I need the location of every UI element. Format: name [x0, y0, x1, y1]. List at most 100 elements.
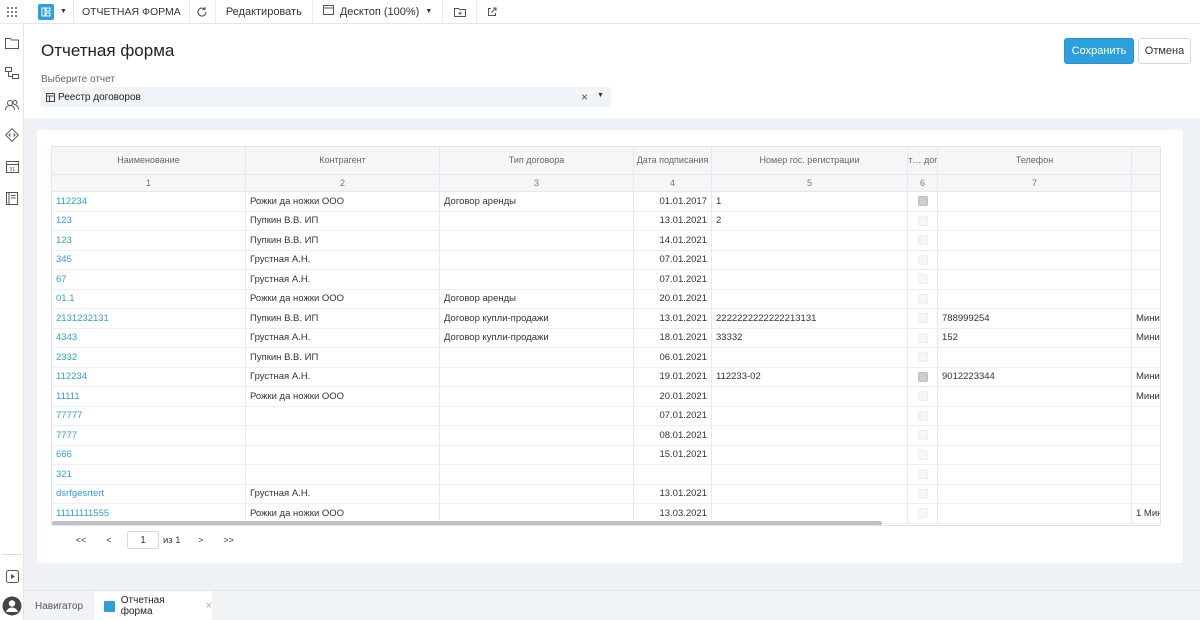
cell-name[interactable]: 7777: [52, 426, 246, 445]
cell-name[interactable]: 4343: [52, 328, 246, 347]
cell-contractor: Рожки да ножки ООО: [246, 289, 440, 308]
horizontal-scrollbar[interactable]: [52, 521, 882, 525]
active-checkbox: [917, 313, 928, 324]
external-link-icon[interactable]: [477, 0, 507, 24]
folder-add-icon[interactable]: [443, 0, 478, 24]
cell-phone: [938, 387, 1132, 406]
refresh-icon[interactable]: [190, 0, 216, 24]
clear-icon[interactable]: ×: [581, 90, 588, 104]
table-row[interactable]: 2332 Пупкин В.В. ИП 06.01.2021: [52, 348, 1160, 368]
cell-name[interactable]: 666: [52, 445, 246, 464]
table-row[interactable]: 666 15.01.2021: [52, 445, 1160, 465]
table-row[interactable]: 321: [52, 465, 1160, 485]
form-layout-icon: [38, 3, 54, 20]
cell-name[interactable]: 112234: [52, 192, 246, 211]
form-layout-icon: [104, 600, 115, 612]
cell-date: 15.01.2021: [634, 445, 712, 464]
table-row[interactable]: 123 Пупкин В.В. ИП 14.01.2021: [52, 231, 1160, 251]
users-icon[interactable]: [3, 96, 21, 114]
table-row[interactable]: 2131232131 Пупкин В.В. ИП Договор купли-пр…: [52, 309, 1160, 329]
active-cell: [908, 231, 938, 250]
cell-reg: [712, 387, 908, 406]
active-cell: [908, 465, 938, 484]
cell-type: [440, 465, 634, 484]
diamond-code-icon[interactable]: [3, 126, 21, 144]
cell-type: [440, 270, 634, 289]
table-row[interactable]: 123 Пупкин В.В. ИП 13.01.2021 2: [52, 211, 1160, 231]
cell-name[interactable]: 321: [52, 465, 246, 484]
cell-name[interactable]: 123: [52, 231, 246, 250]
calendar-icon[interactable]: 31: [3, 157, 21, 175]
cell-name[interactable]: 345: [52, 250, 246, 269]
column-number: 1: [52, 175, 246, 192]
cell-name[interactable]: 77777: [52, 406, 246, 425]
cell-reg: [712, 289, 908, 308]
cell-name[interactable]: 67: [52, 270, 246, 289]
cell-name[interactable]: 123: [52, 211, 246, 230]
cell-phone: [938, 504, 1132, 523]
cell-name[interactable]: 112234: [52, 367, 246, 386]
cell-phone: 788999254: [938, 309, 1132, 328]
play-video-icon[interactable]: [3, 567, 21, 585]
page-count-label: из 1: [163, 534, 181, 546]
cell-reg: [712, 504, 908, 523]
column-header[interactable]: Дата подписания: [634, 147, 712, 175]
column-header[interactable]: Телефон: [938, 147, 1132, 175]
tab-navigator[interactable]: Навигатор: [24, 591, 94, 620]
book-icon[interactable]: [3, 189, 21, 207]
cell-type: [440, 426, 634, 445]
cell-date: 20.01.2021: [634, 387, 712, 406]
page-number-input[interactable]: 1: [127, 531, 159, 549]
cell-type: [440, 231, 634, 250]
cancel-button[interactable]: Отмена: [1138, 38, 1191, 64]
table-row[interactable]: 77777 07.01.2021: [52, 406, 1160, 426]
prev-page-button[interactable]: <: [95, 530, 123, 550]
cell-name[interactable]: 11111: [52, 387, 246, 406]
cell-reg: [712, 406, 908, 425]
table-row[interactable]: 345 Грустная А.Н. 07.01.2021: [52, 250, 1160, 270]
last-page-button[interactable]: >>: [215, 530, 243, 550]
first-page-button[interactable]: <<: [67, 530, 95, 550]
form-type-dropdown[interactable]: ▼: [24, 0, 74, 24]
column-header[interactable]: Наименование: [52, 147, 246, 175]
cell-name[interactable]: dsrfgesrtert: [52, 484, 246, 503]
edit-button[interactable]: Редактировать: [216, 0, 313, 24]
cell-date: 13.03.2021: [634, 504, 712, 523]
cell-date: 13.01.2021: [634, 211, 712, 230]
table-row[interactable]: 4343 Грустная А.Н. Договор купли-продажи 18…: [52, 328, 1160, 348]
column-header[interactable]: Тип договора: [440, 147, 634, 175]
apps-grid-icon[interactable]: [0, 0, 24, 24]
cell-date: 14.01.2021: [634, 231, 712, 250]
form-name-label: ОТЧЕТНАЯ ФОРМА: [74, 0, 190, 24]
table-row[interactable]: 112234 Грустная А.Н. 19.01.2021 112233-02 90…: [52, 367, 1160, 387]
cell-name[interactable]: 2332: [52, 348, 246, 367]
table-row[interactable]: 01.1 Рожки да ножки ООО Договор аренды 20.0…: [52, 289, 1160, 309]
save-button[interactable]: Сохранить: [1064, 38, 1134, 64]
folder-icon[interactable]: [3, 34, 21, 52]
hierarchy-icon[interactable]: [3, 64, 21, 82]
table-row[interactable]: 112234 Рожки да ножки ООО Договор аренды 01…: [52, 192, 1160, 212]
cell-phone: [938, 445, 1132, 464]
user-avatar-icon[interactable]: [2, 596, 22, 616]
column-header[interactable]: Акт… дог…: [908, 147, 938, 175]
cell-name[interactable]: 01.1: [52, 289, 246, 308]
view-mode-dropdown[interactable]: Десктоп (100%) ▼: [313, 0, 444, 24]
table-row[interactable]: 7777 08.01.2021: [52, 426, 1160, 446]
cell-name[interactable]: 2131232131: [52, 309, 246, 328]
table-row[interactable]: dsrfgesrtert Грустная А.Н. 13.01.2021: [52, 484, 1160, 504]
column-header[interactable]: Номер гос. регистрации: [712, 147, 908, 175]
cell-name[interactable]: 11111111555: [52, 504, 246, 523]
report-select[interactable]: Реестр договоров × ▼: [41, 87, 611, 107]
table-icon: [46, 92, 55, 102]
column-header[interactable]: Контрагент: [246, 147, 440, 175]
column-header[interactable]: [1132, 147, 1160, 175]
table-row[interactable]: 11111 Рожки да ножки ООО 20.01.2021 Мини: [52, 387, 1160, 407]
close-icon[interactable]: ×: [206, 600, 212, 612]
table-row[interactable]: 67 Грустная А.Н. 07.01.2021: [52, 270, 1160, 290]
next-page-button[interactable]: >: [187, 530, 215, 550]
chevron-down-icon[interactable]: ▼: [597, 92, 604, 99]
active-checkbox: [917, 469, 928, 480]
active-cell: [908, 387, 938, 406]
cell-reg: 112233-02: [712, 367, 908, 386]
tab-report-form[interactable]: Отчетная форма ×: [94, 591, 212, 620]
